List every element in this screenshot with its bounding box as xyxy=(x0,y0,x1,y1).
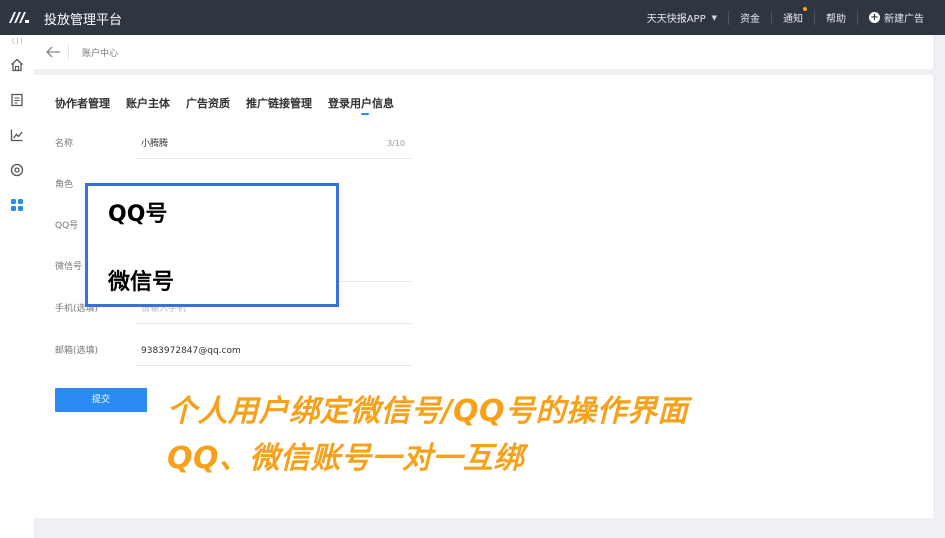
tab-account-entity[interactable]: 账户主体 xyxy=(126,95,170,111)
back-arrow-icon[interactable] xyxy=(45,45,61,59)
top-right-menu: 天天快报APP ▼ 资金 通知 帮助 + 新建广告 xyxy=(636,0,935,35)
breadcrumb: 账户中心 xyxy=(34,35,933,69)
caret-down-icon: ▼ xyxy=(711,13,717,22)
wechat-label: 微信号 xyxy=(55,262,83,272)
top-bar: 投放管理平台 天天快报APP ▼ 资金 通知 帮助 + 新建广告 xyxy=(0,0,945,35)
help-link[interactable]: 帮助 xyxy=(815,10,857,25)
notice-dot-icon xyxy=(803,7,807,11)
name-label: 名称 xyxy=(55,139,74,149)
tab-promo-links[interactable]: 推广链接管理 xyxy=(246,95,312,111)
plus-circle-icon: + xyxy=(869,12,880,23)
tab-collaborators[interactable]: 协作者管理 xyxy=(55,95,110,111)
annotation-box: QQ号 微信号 xyxy=(85,183,339,307)
submit-button[interactable]: 提交 xyxy=(55,388,147,412)
tab-ad-qualification[interactable]: 广告资质 xyxy=(186,95,230,111)
document-icon[interactable] xyxy=(10,93,24,107)
new-ad-label: 新建广告 xyxy=(884,14,924,25)
funds-link[interactable]: 资金 xyxy=(729,10,771,25)
chart-line-icon[interactable] xyxy=(10,128,24,142)
tab-bar: 协作者管理 账户主体 广告资质 推广链接管理 登录用户信息 xyxy=(55,95,410,115)
form-row-name: 名称 小腾腾 3/10 xyxy=(55,129,415,159)
form-row-email: 邮箱(选填) 9383972847@qq.com xyxy=(55,336,415,366)
notice-label: 通知 xyxy=(783,14,803,25)
name-input[interactable]: 小腾腾 3/10 xyxy=(135,129,411,159)
apps-grid-icon[interactable] xyxy=(10,198,24,212)
home-icon[interactable] xyxy=(10,58,24,72)
tab-login-user-info[interactable]: 登录用户信息 xyxy=(328,95,394,115)
collapse-toggle-icon[interactable]: ⟨|⟩ xyxy=(11,37,24,45)
annotation-wechat: 微信号 xyxy=(108,270,175,295)
caption-line-1: 个人用户绑定微信号/QQ号的操作界面 xyxy=(167,394,688,429)
divider xyxy=(68,44,69,60)
qq-label: QQ号 xyxy=(55,221,79,231)
email-label: 邮箱(选填) xyxy=(55,346,99,356)
target-icon[interactable] xyxy=(10,163,24,177)
name-counter: 3/10 xyxy=(387,139,405,148)
breadcrumb-current: 账户中心 xyxy=(82,49,119,59)
sidebar: ⟨|⟩ xyxy=(0,35,34,538)
new-ad-button[interactable]: + 新建广告 xyxy=(858,10,935,25)
name-value: 小腾腾 xyxy=(141,139,169,149)
annotation-qq: QQ号 xyxy=(108,202,168,227)
app-selector-label: 天天快报APP xyxy=(646,14,706,25)
caption-line-2: QQ、微信账号一对一互绑 xyxy=(167,441,525,476)
notice-link[interactable]: 通知 xyxy=(772,7,814,25)
logo-icon[interactable] xyxy=(8,9,30,25)
app-selector[interactable]: 天天快报APP ▼ xyxy=(636,10,728,26)
role-label: 角色 xyxy=(55,180,74,190)
email-input[interactable]: 9383972847@qq.com xyxy=(135,336,411,366)
app-title: 投放管理平台 xyxy=(44,13,123,28)
